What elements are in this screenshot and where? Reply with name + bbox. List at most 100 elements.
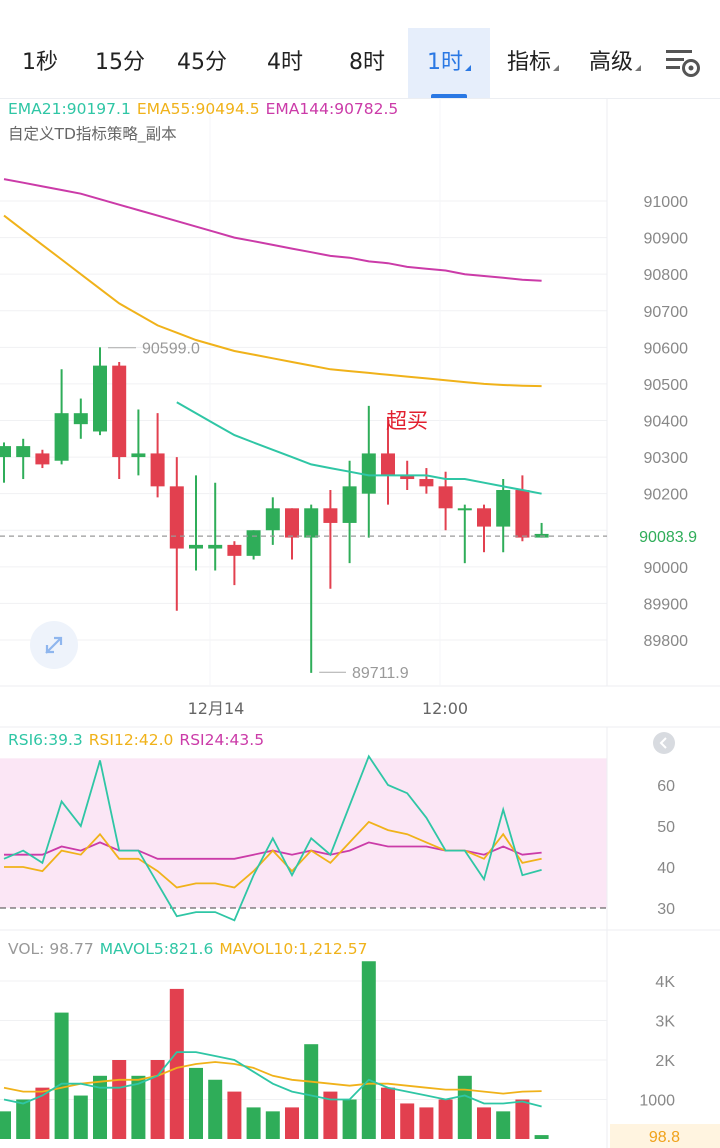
rsi24-value: RSI24:43.5 [179,731,265,749]
candle-body [323,508,338,523]
volume-bar [208,1079,223,1139]
ema-legend: EMA21:90197.1 EMA55:90494.5 EMA144:90782.5 [8,100,404,118]
rsi-tick-label: 40 [657,860,675,877]
volume-bar [16,1099,31,1139]
low-price-label: 89711.9 [352,665,409,682]
rsi-tick-label: 50 [657,819,675,836]
price-tick-label: 90600 [644,340,689,357]
candle-body [419,479,434,487]
rsi-tick-label: 30 [657,901,675,918]
candle-body [285,508,299,538]
volume-bar [246,1107,261,1139]
volume-bar [381,1087,395,1139]
current-volume-label: 98.8 [649,1129,680,1146]
volume-bar [457,1075,472,1139]
candle-body [131,453,146,458]
ema55-line [3,214,542,388]
volume-bar [54,1012,69,1139]
fullscreen-button[interactable] [30,621,78,669]
candle-body [150,453,165,487]
overbought-signal-label: 超买 [386,409,428,433]
ema144-value: EMA144:90782.5 [265,100,399,118]
candle-body [515,490,530,538]
candle-body [0,446,11,458]
mavol10-value: MAVOL10:1,212.57 [219,940,368,958]
ema21-line [176,401,542,495]
price-tick-label: 90500 [644,377,689,394]
candle-body [342,486,357,523]
candle-body [35,453,50,465]
rsi-legend: RSI6:39.3 RSI12:42.0 RSI24:43.5 [8,731,270,749]
candle-body [93,365,107,432]
rsi12-value: RSI12:42.0 [88,731,174,749]
volume-tick-label: 1000 [639,1093,675,1110]
volume-bar [304,1044,319,1139]
volume-bar [438,1099,453,1139]
volume-bar [496,1111,511,1139]
rsi-tick-label: 60 [657,778,675,795]
expand-icon [45,636,63,654]
price-tick-label: 90700 [644,304,689,321]
price-tick-label: 90400 [644,414,689,431]
volume-bar [150,1060,165,1139]
volume-bar [400,1103,415,1139]
candle-body [246,530,261,556]
price-tick-label: 90000 [644,560,689,577]
chevron-left-icon [659,737,667,749]
price-tick-label: 89900 [644,596,689,613]
candle-body [304,508,319,538]
volume-bar [265,1111,280,1139]
chart-canvas: 91000 90900 90800 90700 90600 90500 90400 90300… [0,98,720,1148]
candle-body [438,486,453,509]
mavol5-value: MAVOL5:821.6 [99,940,214,958]
volume-bar [112,1060,127,1139]
volume-bar [361,961,376,1139]
volume-bar [0,1111,11,1139]
candle-body [265,508,280,531]
volume-legend: VOL: 98.77 MAVOL5:821.6 MAVOL10:1,212.57 [8,940,373,958]
high-price-label: 90599.0 [142,341,200,358]
volume-tick-label: 2K [655,1053,675,1070]
candle-body [16,446,31,458]
volume-tick-label: 3K [655,1014,675,1031]
candle-body [112,365,127,458]
candle-body [169,486,184,549]
candle-body [189,544,203,549]
price-tick-label: 91000 [644,194,689,211]
candle-body [208,544,223,549]
volume-bar [477,1107,491,1139]
time-axis-label: 12:00 [422,699,468,718]
volume-bar [189,1067,203,1139]
volume-tick-label: 4K [655,974,675,991]
ema55-value: EMA55:90494.5 [136,100,260,118]
price-tick-label: 89800 [644,633,689,650]
candle-body [54,413,69,461]
rsi-collapse-button[interactable] [653,732,675,754]
volume-bar [227,1091,242,1139]
time-axis-label: 12月14 [188,699,245,718]
candle-body [227,544,242,556]
candle-body [381,453,395,476]
ema21-value: EMA21:90197.1 [8,100,131,118]
price-tick-label: 90900 [644,231,689,248]
volume-bar [419,1107,434,1139]
volume-bar [93,1075,107,1139]
rsi6-value: RSI6:39.3 [8,731,83,749]
candle-body [496,490,511,527]
volume-bar [534,1135,549,1139]
price-tick-label: 90800 [644,267,689,284]
candle-body [73,413,88,425]
candle-body [477,508,491,527]
price-tick-label: 90300 [644,450,689,467]
volume-bar [285,1107,299,1139]
price-tick-label: 90200 [644,487,689,504]
rsi-overbought-band [0,758,607,908]
vol-value: VOL: 98.77 [8,940,94,958]
last-price-label: 90083.9 [639,529,697,546]
ema144-line [3,178,542,282]
volume-bar [73,1095,88,1139]
volume-bar [342,1099,357,1139]
volume-bar [515,1099,530,1139]
strategy-label: 自定义TD指标策略_副本 [8,125,177,143]
candle-body [457,508,472,511]
